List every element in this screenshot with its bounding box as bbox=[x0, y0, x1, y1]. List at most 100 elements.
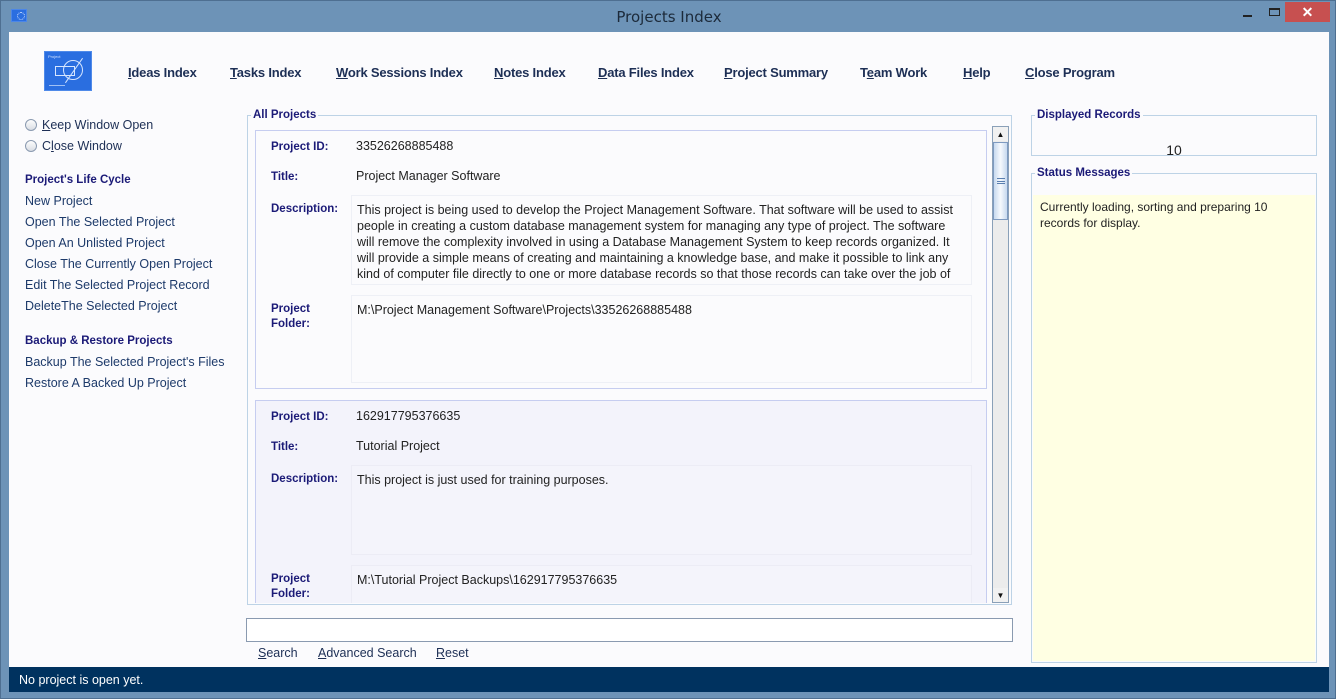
project-list: Project ID: 33526268885488 Title: Projec… bbox=[255, 126, 993, 603]
nav-label: ork Sessions Index bbox=[347, 65, 463, 80]
close-icon: ✕ bbox=[1301, 3, 1314, 20]
nav-close-program[interactable]: Close Program bbox=[1025, 65, 1115, 80]
scroll-down-button[interactable]: ▼ bbox=[993, 588, 1008, 602]
nav-project-summary[interactable]: Project Summary bbox=[724, 65, 828, 80]
folder-value: M:\Project Management Software\Projects\… bbox=[351, 295, 972, 383]
delete-project-link[interactable]: DeleteThe Selected Project bbox=[25, 296, 235, 317]
folder-label-line: Folder: bbox=[271, 588, 310, 600]
keep-window-open-radio[interactable]: Keep Window Open bbox=[25, 114, 235, 135]
nav-label: elp bbox=[972, 65, 991, 80]
button-label: eset bbox=[445, 646, 469, 660]
sidebar: Keep Window Open Cl ose Window Project's … bbox=[25, 114, 235, 394]
lifecycle-heading: Project's Life Cycle bbox=[25, 174, 131, 186]
title-label: Title: bbox=[271, 171, 299, 183]
nav-mnemonic: e bbox=[866, 65, 874, 80]
status-messages-panel: Status Messages Currently loading, sorti… bbox=[1031, 167, 1317, 663]
nav-work-sessions-index[interactable]: Work Sessions Index bbox=[336, 65, 463, 80]
project-record[interactable]: Project ID: 33526268885488 Title: Projec… bbox=[255, 130, 987, 389]
description-label: Description: bbox=[271, 203, 339, 215]
nav-label: roject Summary bbox=[732, 65, 828, 80]
description-value: This project is being used to develop th… bbox=[351, 195, 972, 285]
title-value: Project Manager Software bbox=[356, 169, 501, 183]
minimize-icon bbox=[1242, 15, 1252, 17]
title-value: Tutorial Project bbox=[356, 439, 440, 453]
nav-mnemonic: H bbox=[963, 65, 973, 80]
client-area: Project Ideas Index Tasks Index Work Ses… bbox=[9, 32, 1329, 667]
app-window: Projects Index ✕ Project Ideas Index Tas… bbox=[0, 0, 1336, 699]
description-value: This project is just used for training p… bbox=[351, 465, 972, 555]
radio-label: ose Window bbox=[53, 138, 122, 153]
radio-label: eep Window Open bbox=[50, 117, 154, 132]
radio-label: C bbox=[42, 138, 52, 153]
folder-label: Project Folder: bbox=[271, 302, 310, 332]
folder-label-line: Folder: bbox=[271, 318, 310, 330]
search-input[interactable] bbox=[246, 618, 1013, 642]
nav-label: otes Index bbox=[503, 65, 566, 80]
folder-label-line: Project bbox=[271, 303, 310, 315]
button-mnemonic: R bbox=[436, 646, 446, 660]
open-unlisted-project-link[interactable]: Open An Unlisted Project bbox=[25, 233, 235, 254]
backup-heading: Backup & Restore Projects bbox=[25, 335, 173, 347]
search-button[interactable]: Search bbox=[258, 646, 298, 660]
minimize-button[interactable] bbox=[1233, 2, 1261, 22]
nav-mnemonic: N bbox=[494, 65, 504, 80]
advanced-search-button[interactable]: Advanced Search bbox=[318, 646, 417, 660]
folder-label-line: Project bbox=[271, 573, 310, 585]
backup-project-files-link[interactable]: Backup The Selected Project's Files bbox=[25, 352, 235, 373]
new-project-link[interactable]: New Project bbox=[25, 191, 235, 212]
close-open-project-link[interactable]: Close The Currently Open Project bbox=[25, 254, 235, 275]
nav-tasks-index[interactable]: Tasks Index bbox=[230, 65, 301, 80]
arrow-up-icon: ▲ bbox=[996, 129, 1005, 139]
nav-label: lose Program bbox=[1034, 65, 1115, 80]
scroll-up-button[interactable]: ▲ bbox=[993, 127, 1008, 141]
title-label: Title: bbox=[271, 441, 299, 453]
button-label: dvanced Search bbox=[326, 646, 417, 660]
scrollbar-thumb[interactable] bbox=[993, 142, 1008, 220]
project-id-label: Project ID: bbox=[271, 141, 329, 153]
nav-help[interactable]: Help bbox=[963, 65, 991, 80]
close-window-radio[interactable]: Cl ose Window bbox=[25, 135, 235, 156]
reset-button[interactable]: Reset bbox=[436, 646, 469, 660]
displayed-records-panel: Displayed Records 10 bbox=[1031, 109, 1317, 158]
maximize-icon bbox=[1268, 8, 1280, 16]
project-record[interactable]: Project ID: 162917795376635 Title: Tutor… bbox=[255, 400, 987, 603]
nav-data-files-index[interactable]: Data Files Index bbox=[598, 65, 694, 80]
open-selected-project-link[interactable]: Open The Selected Project bbox=[25, 212, 235, 233]
nav-label: ata Files Index bbox=[607, 65, 694, 80]
radio-mnemonic: K bbox=[42, 117, 51, 132]
arrow-down-icon: ▼ bbox=[996, 590, 1005, 600]
project-id-value: 162917795376635 bbox=[356, 409, 461, 423]
edit-project-record-link[interactable]: Edit The Selected Project Record bbox=[25, 275, 235, 296]
folder-value: M:\Tutorial Project Backups\162917795376… bbox=[351, 565, 972, 603]
nav-mnemonic: W bbox=[336, 65, 348, 80]
close-button[interactable]: ✕ bbox=[1285, 2, 1330, 22]
nav-mnemonic: C bbox=[1025, 65, 1035, 80]
radio-icon bbox=[25, 139, 37, 152]
nav-ideas-index[interactable]: Ideas Index bbox=[128, 65, 197, 80]
nav-label: asks Index bbox=[236, 65, 302, 80]
maximize-button[interactable] bbox=[1260, 2, 1288, 22]
title-bar: Projects Index ✕ bbox=[1, 1, 1336, 32]
nav-label: am Work bbox=[873, 65, 928, 80]
status-bar-text: No project is open yet. bbox=[19, 673, 144, 687]
nav-label: deas Index bbox=[131, 65, 197, 80]
status-messages-legend: Status Messages bbox=[1037, 167, 1131, 179]
displayed-records-count: 10 bbox=[1166, 142, 1182, 158]
project-list-scrollbar[interactable]: ▲ ▼ bbox=[992, 126, 1009, 603]
nav-mnemonic: T bbox=[230, 65, 237, 80]
description-label: Description: bbox=[271, 473, 339, 485]
all-projects-legend: All Projects bbox=[253, 109, 317, 121]
project-id-value: 33526268885488 bbox=[356, 139, 454, 153]
button-label: earch bbox=[266, 646, 298, 660]
nav-notes-index[interactable]: Notes Index bbox=[494, 65, 566, 80]
project-logo: Project bbox=[44, 51, 92, 91]
displayed-records-legend: Displayed Records bbox=[1037, 109, 1141, 121]
grip-icon bbox=[997, 178, 1005, 184]
radio-icon bbox=[25, 118, 37, 131]
status-message-text: Currently loading, sorting and preparing… bbox=[1033, 195, 1315, 661]
restore-project-link[interactable]: Restore A Backed Up Project bbox=[25, 373, 235, 394]
folder-label: Project Folder: bbox=[271, 572, 310, 602]
nav-team-work[interactable]: Team Work bbox=[860, 65, 927, 80]
window-title: Projects Index bbox=[616, 8, 722, 26]
nav-label: T bbox=[860, 65, 867, 80]
